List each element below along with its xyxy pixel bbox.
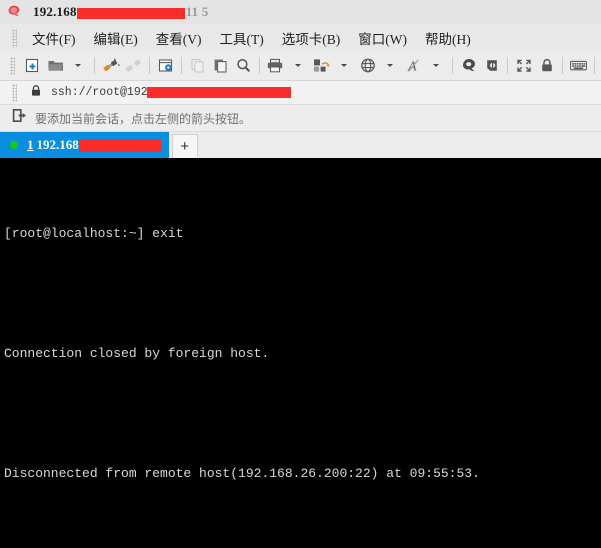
open-folder-button[interactable] <box>44 54 67 78</box>
window-title-prefix: 192.168 <box>33 4 77 19</box>
session-properties-button[interactable] <box>154 54 177 78</box>
font-dropdown[interactable] <box>425 54 448 78</box>
address-drag-grip[interactable] <box>12 83 17 102</box>
toolbar: A <box>0 51 601 81</box>
window-title-suffix: 11 5 <box>185 4 209 19</box>
paste-button[interactable] <box>209 54 232 78</box>
tab-label: 192.168 <box>36 137 79 152</box>
lock-button[interactable] <box>535 54 558 78</box>
menu-help[interactable]: 帮助(H) <box>416 26 480 50</box>
tab-index: 1 <box>27 137 34 152</box>
toolbar-drag-grip[interactable] <box>10 56 15 75</box>
open-folder-dropdown[interactable] <box>67 54 90 78</box>
address-bar: ssh://root@192 <box>0 81 601 105</box>
menu-edit[interactable]: 编辑(E) <box>85 26 147 50</box>
address-redaction <box>146 87 291 98</box>
menu-tabs[interactable]: 选项卡(B) <box>273 26 350 50</box>
copy-button[interactable] <box>186 54 209 78</box>
menu-drag-grip[interactable] <box>12 28 17 47</box>
layout-button[interactable] <box>310 54 333 78</box>
chevron-down-icon <box>341 64 347 67</box>
add-session-hint-text: 要添加当前会话，点击左侧的箭头按钮。 <box>35 111 252 126</box>
keyboard-button[interactable] <box>567 54 590 78</box>
terminal-output[interactable]: [root@localhost:~] exit Connection close… <box>0 158 601 548</box>
fullscreen-button[interactable] <box>512 54 535 78</box>
menu-window[interactable]: 窗口(W) <box>349 26 416 50</box>
lock-icon <box>30 84 42 102</box>
new-session-button[interactable] <box>21 54 44 78</box>
chevron-down-icon <box>433 64 439 67</box>
xshell-window: 192.168 11 5 文件(F) 编辑(E) 查看(V) 工具(T) 选项卡(… <box>0 0 601 548</box>
terminal-line: [root@localhost:~] exit <box>4 226 184 241</box>
print-button[interactable] <box>264 54 287 78</box>
tab-status-dot-icon <box>10 141 18 149</box>
toolbar-separator <box>259 57 260 74</box>
toolbar-separator <box>149 57 150 74</box>
terminal-line: Connection closed by foreign host. <box>4 346 270 361</box>
toolbar-separator <box>452 57 453 74</box>
encoding-button[interactable] <box>356 54 379 78</box>
xshell-icon <box>6 4 22 20</box>
disconnect-button[interactable] <box>122 54 145 78</box>
address-input[interactable]: ssh://root@192 <box>23 82 601 103</box>
session-tab-1[interactable]: 1 192.168 <box>0 132 169 158</box>
tab-bar: 1 192.168 + <box>0 132 601 158</box>
menu-bar: 文件(F) 编辑(E) 查看(V) 工具(T) 选项卡(B) 窗口(W) 帮助(… <box>0 24 601 51</box>
toolbar-separator <box>507 57 508 74</box>
font-button[interactable]: A <box>402 54 425 78</box>
window-title-redaction <box>76 8 185 20</box>
title-bar: 192.168 11 5 <box>0 0 601 24</box>
menu-view[interactable]: 查看(V) <box>147 26 211 50</box>
address-value: ssh://root@192 <box>51 86 148 99</box>
find-button[interactable] <box>232 54 255 78</box>
encoding-dropdown[interactable] <box>379 54 402 78</box>
window-title: 192.168 11 5 <box>33 4 209 20</box>
toolbar-separator <box>594 57 595 74</box>
add-session-hint-bar: 要添加当前会话，点击左侧的箭头按钮。 <box>0 105 601 132</box>
xftp-button[interactable] <box>480 54 503 78</box>
print-dropdown[interactable] <box>287 54 310 78</box>
chevron-down-icon <box>387 64 393 67</box>
layout-dropdown[interactable] <box>333 54 356 78</box>
tab-label-redaction <box>78 138 161 152</box>
toolbar-separator <box>94 57 95 74</box>
connect-button[interactable] <box>99 54 122 78</box>
new-tab-button[interactable]: + <box>171 134 198 158</box>
chevron-down-icon <box>295 64 301 67</box>
xshell-swirl-button[interactable] <box>457 54 480 78</box>
menu-file[interactable]: 文件(F) <box>23 26 85 50</box>
add-session-arrow-icon[interactable] <box>12 108 27 128</box>
chevron-down-icon <box>75 64 81 67</box>
terminal-line: Disconnected from remote host(192.168.26… <box>4 466 480 481</box>
menu-tools[interactable]: 工具(T) <box>211 26 273 50</box>
toolbar-separator <box>562 57 563 74</box>
toolbar-separator <box>181 57 182 74</box>
